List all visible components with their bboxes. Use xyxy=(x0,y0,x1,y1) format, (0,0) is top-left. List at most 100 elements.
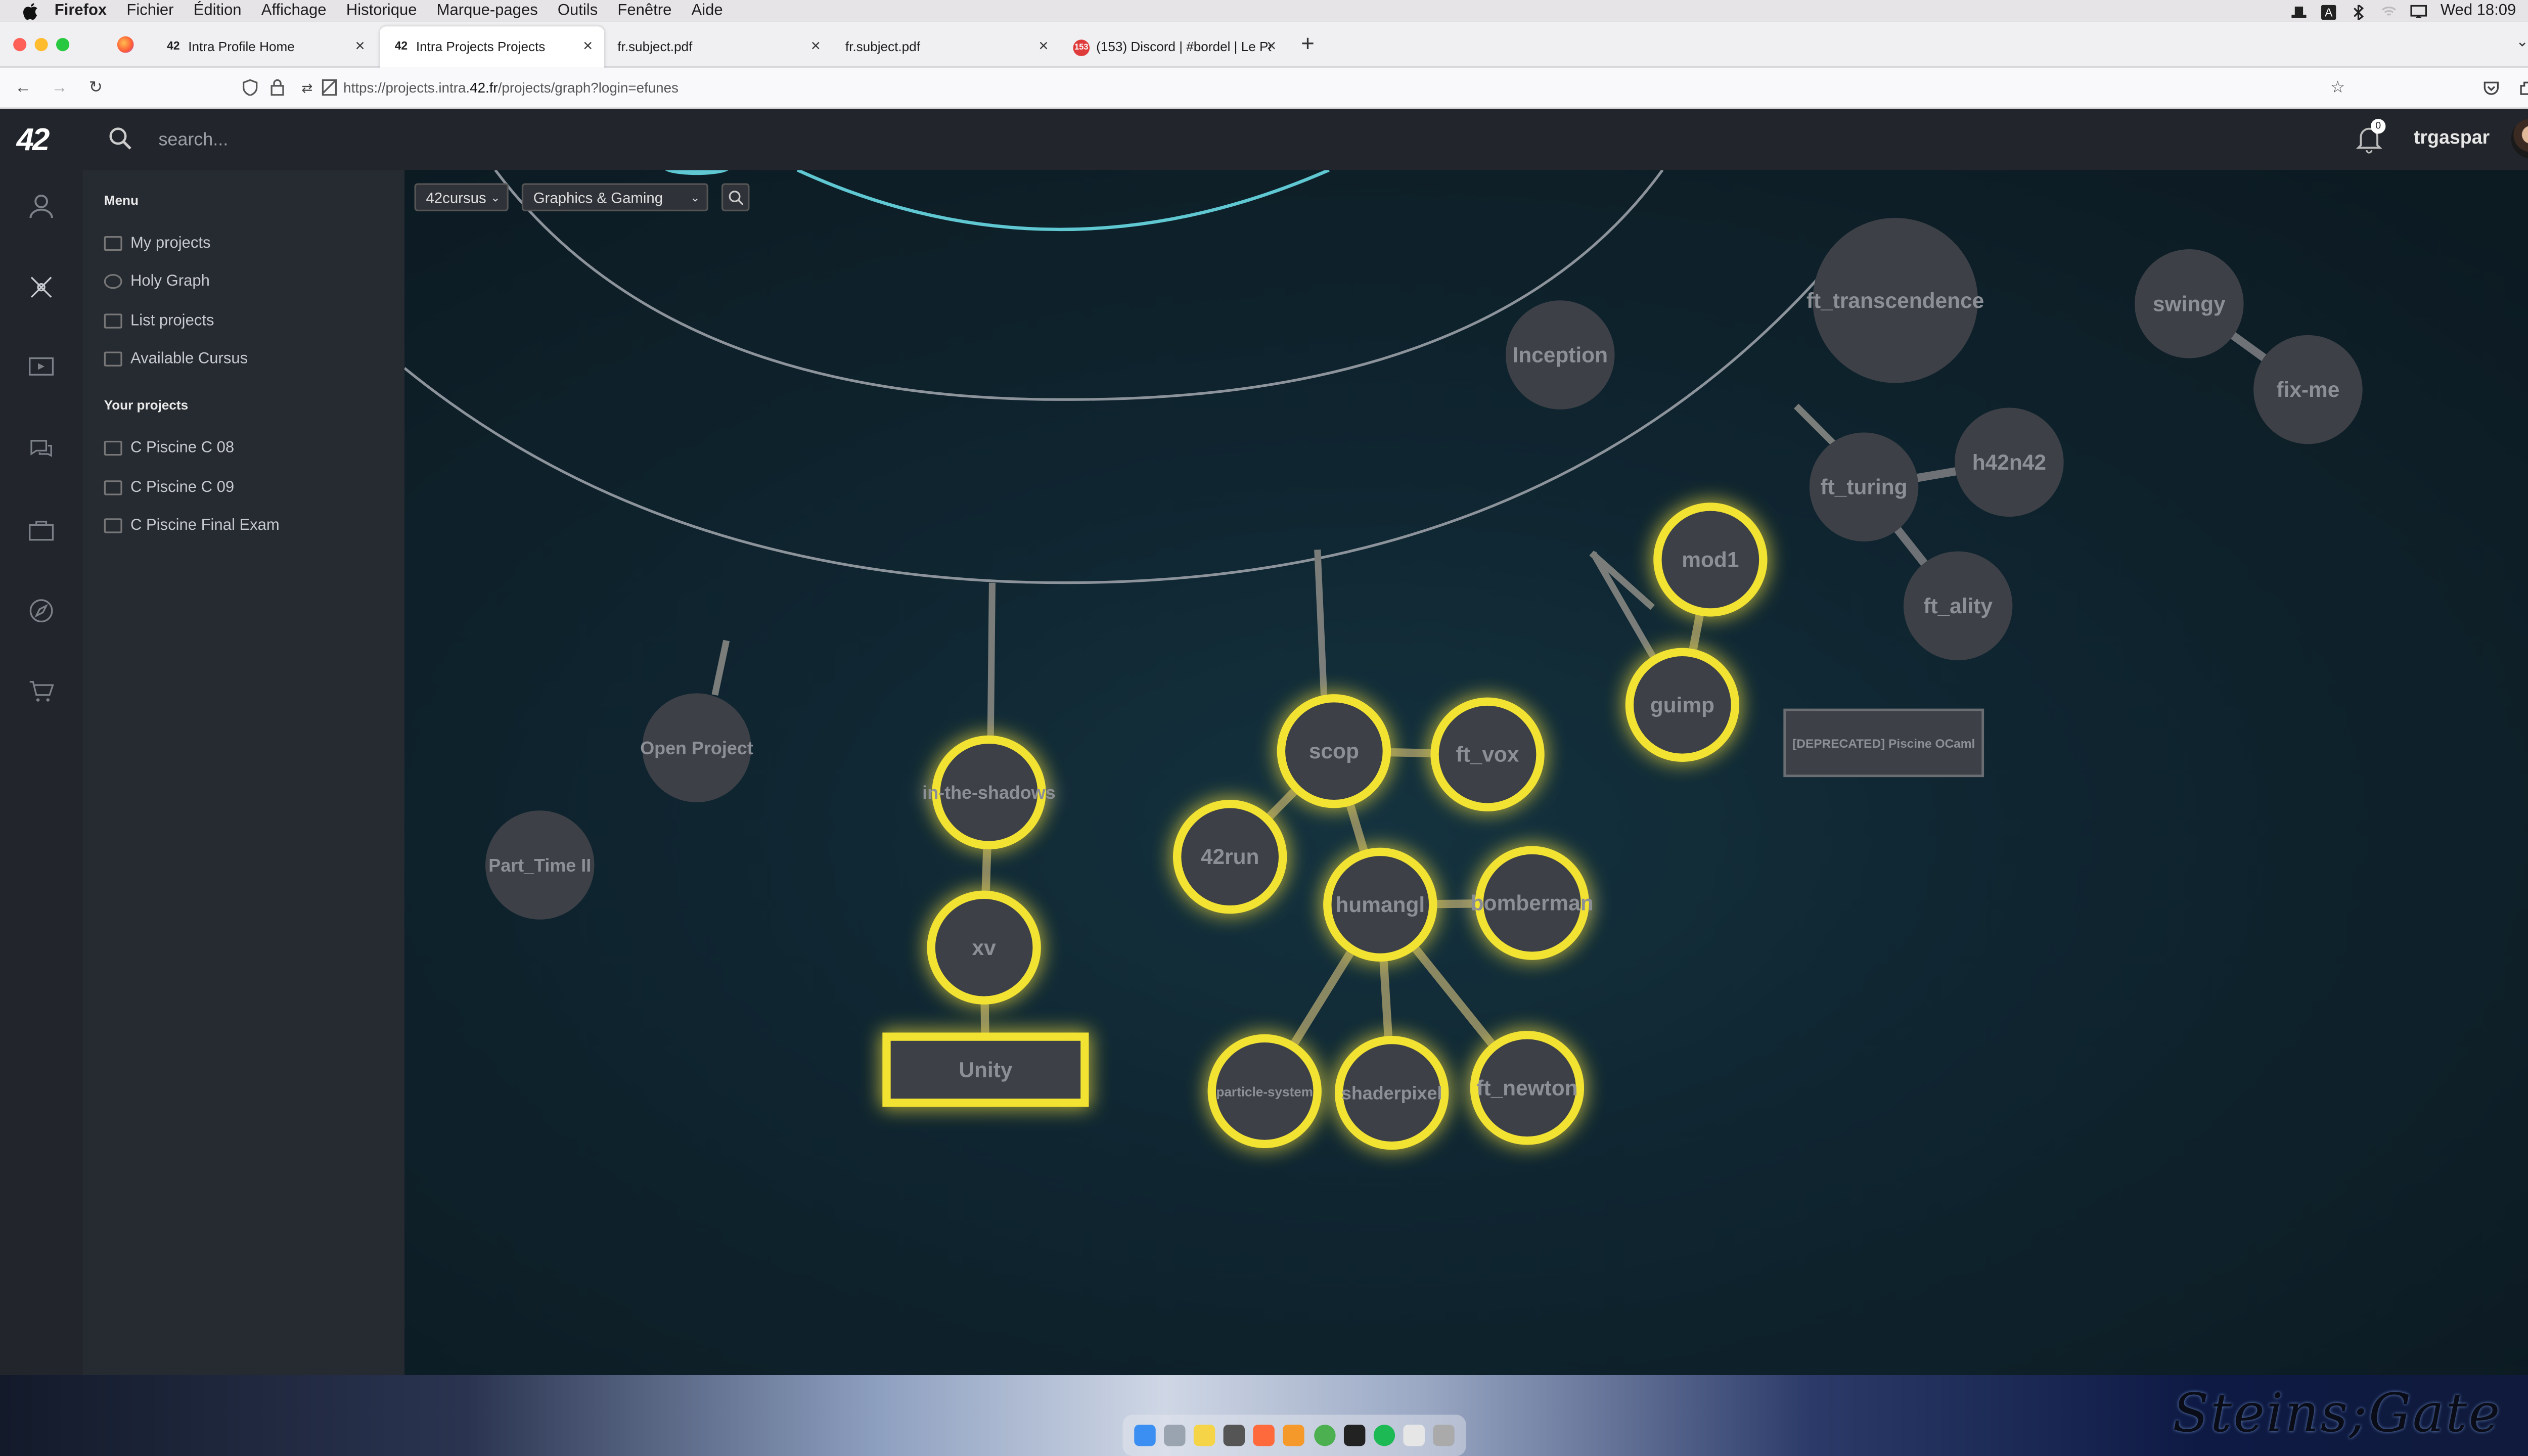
pocket-icon[interactable] xyxy=(2481,77,2501,97)
chrome-icon[interactable] xyxy=(1313,1424,1335,1446)
bluetooth-icon[interactable] xyxy=(2352,2,2366,21)
terminal-icon[interactable] xyxy=(1343,1424,1365,1446)
menu-outils[interactable]: Outils xyxy=(558,2,598,20)
forward-icon[interactable]: → xyxy=(50,77,69,97)
sidebar-item-my-projects[interactable]: My projects xyxy=(104,235,211,253)
holy-graph[interactable]: Inception ft_transcendence swingy fix-me ft_… xyxy=(404,170,2528,1376)
project-node-42run[interactable]: 42run xyxy=(1173,800,1287,914)
tab-intra-projects[interactable]: 42 Intra Projects Projects × xyxy=(380,26,605,68)
clock[interactable]: Wed 18:09 xyxy=(2441,2,2516,20)
companies-icon[interactable] xyxy=(25,514,58,547)
sidebar-project-c-piscine-c-09[interactable]: C Piscine C 09 xyxy=(104,479,234,497)
sublime-icon[interactable] xyxy=(1283,1424,1305,1446)
project-node-xv[interactable]: xv xyxy=(927,890,1041,1005)
app-menu-firefox[interactable]: Firefox xyxy=(55,2,107,20)
project-node-ft-transcendence[interactable]: ft_transcendence xyxy=(1807,218,1984,383)
menu-fenetre[interactable]: Fenêtre xyxy=(617,2,671,20)
firefox-view-icon[interactable] xyxy=(117,36,134,53)
wifi-icon[interactable] xyxy=(2381,4,2397,17)
profile-icon[interactable] xyxy=(25,190,58,223)
menu-aide[interactable]: Aide xyxy=(692,2,723,20)
project-node-shaderpixel[interactable]: shaderpixel xyxy=(1335,1035,1449,1150)
page-icon[interactable] xyxy=(319,77,338,97)
project-node-ft-turing[interactable]: ft_turing xyxy=(1809,432,1919,542)
sidebar-project-c-piscine-c-08[interactable]: C Piscine C 08 xyxy=(104,439,234,457)
project-node-mod1[interactable]: mod1 xyxy=(1653,503,1768,617)
minimize-window-button[interactable] xyxy=(34,38,48,52)
menu-fichier[interactable]: Fichier xyxy=(126,2,173,20)
keyboard-input-icon[interactable]: A xyxy=(2321,4,2337,19)
hat-icon[interactable] xyxy=(2291,4,2307,18)
menu-historique[interactable]: Historique xyxy=(346,2,417,20)
files-icon[interactable] xyxy=(1403,1424,1425,1446)
launchpad-icon[interactable] xyxy=(1163,1424,1185,1446)
search-icon[interactable] xyxy=(109,127,132,150)
airplay-icon[interactable] xyxy=(2411,4,2427,18)
tab-subject-pdf[interactable]: fr.subject.pdf × xyxy=(604,26,832,68)
sidebar-item-holy-graph[interactable]: Holy Graph xyxy=(104,272,210,291)
forum-icon[interactable] xyxy=(25,433,58,466)
search-input[interactable] xyxy=(158,125,654,155)
menu-edition[interactable]: Édition xyxy=(194,2,242,20)
project-node-bomberman[interactable]: bomberman xyxy=(1471,846,1594,960)
list-all-tabs-icon[interactable]: ⌄ xyxy=(2516,33,2528,51)
project-node-scop[interactable]: scop xyxy=(1277,694,1391,808)
close-tab-icon[interactable]: × xyxy=(355,38,365,56)
graph-icon[interactable] xyxy=(25,271,58,304)
apple-icon[interactable] xyxy=(20,2,39,19)
close-tab-icon[interactable]: × xyxy=(1039,38,1048,56)
project-node-h42n42[interactable]: h42n42 xyxy=(1955,407,2064,517)
extensions-icon[interactable] xyxy=(2518,77,2528,97)
project-node-open-project[interactable]: Open Project xyxy=(640,693,753,802)
sidebar-item-list-projects[interactable]: List projects xyxy=(104,312,214,330)
project-node-part-time-ii[interactable]: Part_Time II xyxy=(485,810,595,920)
finder-icon[interactable] xyxy=(1133,1424,1155,1446)
shop-icon[interactable] xyxy=(25,675,58,708)
project-node-in-the-shadows[interactable]: in-the-shadows xyxy=(922,735,1056,850)
project-node-particle-system[interactable]: particle-system xyxy=(1207,1034,1322,1149)
menu-affichage[interactable]: Affichage xyxy=(261,2,327,20)
close-tab-icon[interactable]: × xyxy=(811,38,821,56)
project-node-ft-newton[interactable]: ft_newton xyxy=(1470,1031,1585,1145)
shield-icon[interactable] xyxy=(239,77,259,97)
new-tab-button[interactable]: + xyxy=(1301,30,1315,56)
sidebar-project-c-piscine-final-exam[interactable]: C Piscine Final Exam xyxy=(104,517,280,535)
screenshot-icon[interactable] xyxy=(1223,1424,1245,1446)
cursus-select[interactable]: 42cursus ⌄ xyxy=(414,183,509,211)
avatar[interactable] xyxy=(2511,119,2528,159)
trash-icon[interactable] xyxy=(1433,1424,1455,1446)
username[interactable]: trgaspar xyxy=(2414,129,2490,149)
close-tab-icon[interactable]: × xyxy=(1267,38,1276,56)
tab-subject-pdf-2[interactable]: fr.subject.pdf × xyxy=(832,26,1060,68)
url-bar[interactable]: https://projects.intra.42.fr/projects/gr… xyxy=(343,79,679,96)
elearning-icon[interactable] xyxy=(25,352,58,385)
42-logo[interactable]: 42 xyxy=(17,124,50,160)
project-node-inception[interactable]: Inception xyxy=(1505,300,1615,410)
project-node-fix-me[interactable]: fix-me xyxy=(2253,335,2363,444)
tab-discord[interactable]: 153 (153) Discord | #bordel | Le Par × xyxy=(1060,26,1288,68)
project-node-unity[interactable]: Unity xyxy=(882,1032,1089,1107)
category-select[interactable]: Graphics & Gaming ⌄ xyxy=(521,183,708,211)
project-node-humangl[interactable]: humangl xyxy=(1323,847,1437,962)
menu-marque-pages[interactable]: Marque-pages xyxy=(437,2,538,20)
back-icon[interactable]: ← xyxy=(13,77,33,97)
project-node-deprecated-piscine-ocaml[interactable]: [DEPRECATED] Piscine OCaml xyxy=(1783,708,1984,778)
reload-icon[interactable]: ↻ xyxy=(86,77,106,97)
compass-icon[interactable] xyxy=(25,595,58,627)
project-node-guimp[interactable]: guimp xyxy=(1625,648,1740,762)
graph-search-button[interactable] xyxy=(721,183,750,211)
firefox-icon[interactable] xyxy=(1253,1424,1275,1446)
close-window-button[interactable] xyxy=(13,38,27,52)
zoom-window-button[interactable] xyxy=(56,38,70,52)
graph-canvas[interactable]: Inception ft_transcendence swingy fix-me ft_… xyxy=(404,170,2528,1375)
spotify-icon[interactable] xyxy=(1373,1424,1395,1446)
lock-icon[interactable] xyxy=(267,77,287,97)
project-node-ft-ality[interactable]: ft_ality xyxy=(1903,551,2013,661)
project-node-swingy[interactable]: swingy xyxy=(2135,249,2244,358)
project-node-ft-vox[interactable]: ft_vox xyxy=(1430,697,1545,811)
permissions-icon[interactable]: ⇄ xyxy=(297,77,317,97)
close-tab-icon[interactable]: × xyxy=(583,38,593,56)
notes-icon[interactable] xyxy=(1193,1424,1215,1446)
sidebar-item-available-cursus[interactable]: Available Cursus xyxy=(104,350,248,368)
tab-intra-profile-home[interactable]: 42 Intra Profile Home × xyxy=(152,26,376,68)
